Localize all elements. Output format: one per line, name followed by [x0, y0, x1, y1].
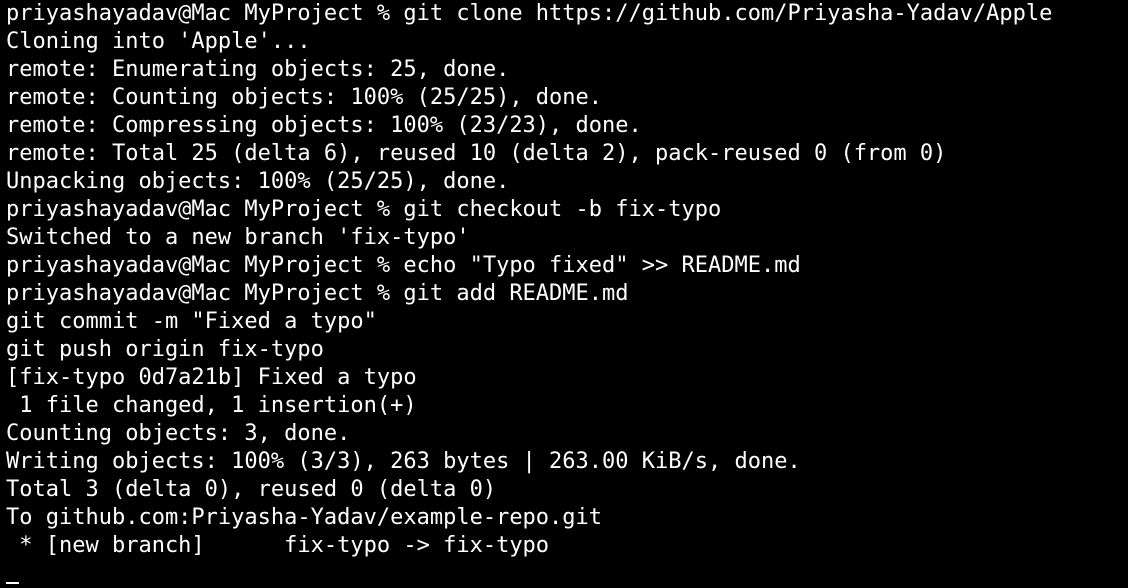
- terminal-line-command: priyashayadav@Mac MyProject % git checko…: [6, 196, 1128, 224]
- terminal-line-output: remote: Compressing objects: 100% (23/23…: [6, 113, 642, 138]
- terminal-line-command: priyashayadav@Mac MyProject % git clone …: [6, 0, 1128, 28]
- text-cursor: [6, 582, 19, 584]
- terminal-line-output: remote: Total 25 (delta 6), reused 10 (d…: [6, 141, 947, 166]
- terminal-line-output: remote: Counting objects: 100% (25/25), …: [6, 85, 603, 110]
- terminal-line-text: priyashayadav@Mac MyProject % git clone …: [6, 1, 1053, 26]
- terminal-line-command: git commit -m "Fixed a typo": [6, 309, 377, 334]
- terminal-line-text: priyashayadav@Mac MyProject % git checko…: [6, 197, 722, 222]
- terminal-line-command: priyashayadav@Mac MyProject % git add RE…: [6, 281, 629, 306]
- terminal-line-text: priyashayadav@Mac MyProject % echo "Typo…: [6, 253, 801, 278]
- terminal-line-command: priyashayadav@Mac MyProject % echo "Typo…: [6, 252, 1128, 280]
- terminal-line-output: Counting objects: 3, done.: [6, 421, 351, 446]
- terminal-line-command: git push origin fix-typo: [6, 336, 1128, 364]
- terminal-prompt-line[interactable]: [6, 560, 1128, 588]
- terminal-line-output: [fix-typo 0d7a21b] Fixed a typo: [6, 365, 417, 390]
- terminal-line-output: To github.com:Priyasha-Yadav/example-rep…: [6, 505, 603, 530]
- terminal-line-text: git push origin fix-typo: [6, 337, 324, 362]
- terminal-line-output: 1 file changed, 1 insertion(+): [6, 393, 417, 418]
- terminal-line-output: Total 3 (delta 0), reused 0 (delta 0): [6, 477, 497, 502]
- terminal-line-output: remote: Enumerating objects: 25, done.: [6, 57, 510, 82]
- terminal-line-output: * [new branch] fix-typo -> fix-typo: [6, 533, 550, 558]
- terminal-line-output: Writing objects: 100% (3/3), 263 bytes |…: [6, 449, 801, 474]
- terminal-line-output: Cloning into 'Apple'...: [6, 29, 311, 54]
- terminal-line-output: Switched to a new branch 'fix-typo': [6, 225, 470, 250]
- terminal-window[interactable]: priyashayadav@Mac MyProject % git clone …: [0, 0, 1128, 584]
- terminal-line-output: Unpacking objects: 100% (25/25), done.: [6, 169, 510, 194]
